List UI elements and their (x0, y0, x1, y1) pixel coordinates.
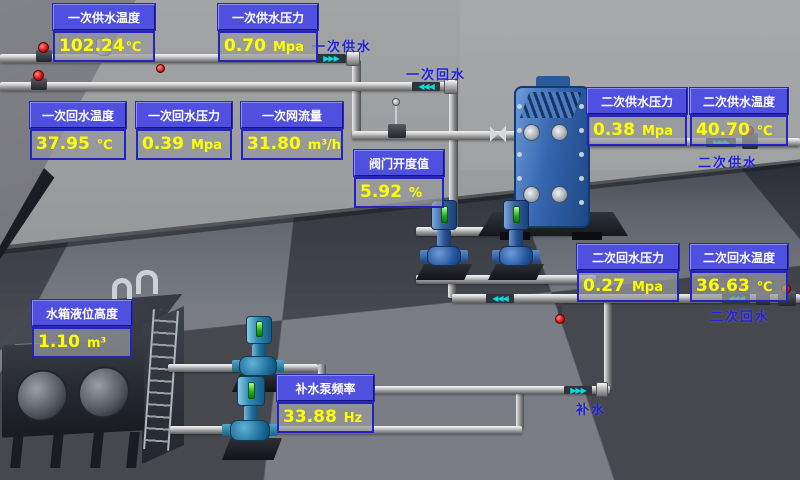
exchanger-plate-pack (520, 92, 582, 118)
instrument-secondary-supply-temp: 二次供水温度 40.70℃ (690, 88, 788, 146)
instrument-secondary-return-pressure: 二次回水压力 0.27Mpa (577, 244, 679, 302)
pump-base (488, 264, 544, 280)
exchanger-port (523, 124, 540, 141)
instrument-label: 一次供水压力 (218, 4, 318, 30)
pressure-gauge-icon (156, 64, 165, 73)
instrument-value: 40.70℃ (690, 115, 788, 146)
pipe-primary-return (0, 82, 450, 91)
instrument-value: 36.63℃ (690, 271, 788, 302)
instrument-label: 二次供水温度 (690, 88, 788, 114)
instrument-primary-return-pressure: 一次回水压力 0.39Mpa (136, 102, 232, 160)
exchanger-port (551, 186, 568, 203)
control-valve-icon[interactable] (388, 124, 406, 138)
instrument-value: 102.24℃ (53, 31, 155, 62)
instrument-tank-level: 水箱液位高度 1.10m³ (32, 300, 132, 358)
instrument-label: 一次网流量 (241, 102, 343, 128)
pipe-label-makeup-water: 补水 (576, 399, 606, 418)
pipe-flange (596, 382, 608, 397)
tank-leg (50, 432, 64, 468)
pump-run-indicator (441, 206, 448, 223)
instrument-value: 0.70Mpa (218, 31, 318, 62)
flow-arrows-left-icon: ◀◀◀ (412, 82, 440, 91)
instrument-value: 1.10m³ (32, 327, 132, 358)
flow-arrows-right-icon: ▶▶▶ (564, 386, 592, 394)
instrument-label: 水箱液位高度 (32, 300, 132, 326)
control-valve-top (392, 98, 400, 106)
pump-volute (427, 246, 461, 266)
instrument-makeup-pump-frequency: 补水泵频率 33.88Hz (277, 375, 374, 433)
pump-volute (239, 356, 277, 376)
instrument-label: 二次供水压力 (587, 88, 687, 114)
pump-run-indicator (513, 206, 520, 223)
pump-base (416, 264, 472, 280)
instrument-value: 0.27Mpa (577, 271, 679, 302)
flow-arrows-left-icon: ◀◀◀ (486, 294, 514, 303)
tank-hatch-right (78, 365, 130, 420)
pipe-primary-supply-drop (352, 60, 361, 132)
circulation-pump-2[interactable] (494, 198, 540, 282)
pump-neck (509, 230, 523, 246)
pipe-makeup-riser (604, 302, 612, 390)
pump-volute (230, 420, 270, 441)
makeup-pump-front[interactable] (222, 376, 278, 462)
exchanger-port (551, 124, 568, 141)
instrument-label: 二次回水压力 (577, 244, 679, 270)
instrument-primary-flow: 一次网流量 31.80m³/h (241, 102, 343, 160)
instrument-label: 阀门开度值 (354, 150, 444, 176)
instrument-label: 一次回水温度 (30, 102, 126, 128)
tank-hatch-left (16, 368, 68, 423)
instrument-secondary-return-temp: 二次回水温度 36.63℃ (690, 244, 788, 302)
instrument-valve-opening: 阀门开度值 5.92% (354, 150, 444, 208)
instrument-primary-return-temp: 一次回水温度 37.95℃ (30, 102, 126, 160)
instrument-label: 补水泵频率 (277, 375, 374, 401)
pump-run-indicator (248, 382, 255, 399)
pipe-label-primary-supply: 一次供水 (312, 36, 372, 55)
instrument-value: 33.88Hz (277, 402, 374, 433)
hmi-heat-exchange-station-screen: ▶▶▶ ◀◀◀ ▶▶▶ ◀◀◀ ◀◀◀ ▶▶▶ (0, 0, 800, 480)
exchanger-bolts (517, 104, 522, 109)
pipe-label-secondary-return: 二次回水 (710, 306, 770, 325)
instrument-label: 一次供水温度 (53, 4, 155, 30)
tank-vent-pipe (112, 278, 132, 300)
instrument-value: 0.38Mpa (587, 115, 687, 146)
instrument-value: 5.92% (354, 177, 444, 208)
instrument-primary-supply-pressure: 一次供水压力 0.70Mpa (218, 4, 318, 62)
circulation-pump-1[interactable] (422, 198, 468, 282)
instrument-value: 0.39Mpa (136, 129, 232, 160)
tank-vent-pipe (136, 270, 158, 294)
pump-base (222, 438, 282, 460)
pipe-label-secondary-supply: 二次供水 (698, 152, 758, 171)
pump-run-indicator (256, 321, 263, 337)
tank-leg (126, 432, 140, 468)
valve-handwheel-icon[interactable] (555, 314, 565, 324)
pump-volute (499, 246, 533, 266)
pipe-connector (516, 392, 524, 430)
instrument-value: 31.80m³/h (241, 129, 343, 160)
tank-leg (90, 432, 104, 468)
instrument-value: 37.95℃ (30, 129, 126, 160)
tank-leg (10, 432, 24, 468)
instrument-secondary-supply-pressure: 二次供水压力 0.38Mpa (587, 88, 687, 146)
butterfly-valve-icon[interactable] (490, 126, 506, 142)
pipe-label-primary-return: 一次回水 (406, 64, 466, 83)
flow-arrows-right-icon: ▶▶▶ (316, 54, 346, 63)
instrument-label: 一次回水压力 (136, 102, 232, 128)
valve-handwheel-icon[interactable] (38, 42, 49, 53)
instrument-label: 二次回水温度 (690, 244, 788, 270)
instrument-primary-supply-temp: 一次供水温度 102.24℃ (53, 4, 155, 62)
valve-handwheel-icon[interactable] (33, 70, 44, 81)
pump-neck (437, 230, 451, 246)
